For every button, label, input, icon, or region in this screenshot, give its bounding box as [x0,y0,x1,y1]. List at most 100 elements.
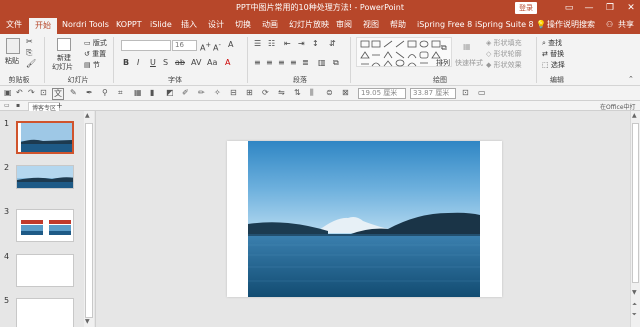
tab-ispring-suite[interactable]: iSpring Suite 8 [475,16,534,34]
new-slide-icon[interactable] [57,38,71,51]
brush-icon[interactable]: ✐ [182,88,189,98]
paste-icon[interactable] [6,38,20,54]
align-right-icon[interactable]: ≡ [278,58,285,68]
color-icon[interactable]: ▮ [150,88,154,98]
replace-button[interactable]: ⇄ 替换 [542,49,564,59]
thumbnail-scrollbar[interactable]: ▲ ▼ [84,111,94,327]
crop-icon[interactable]: ⌗ [118,88,123,98]
tab-review[interactable]: 审阅 [336,16,352,34]
present-icon[interactable]: ⊡ [40,88,47,98]
login-button[interactable]: 登录 [515,2,537,14]
tab-view[interactable]: 视图 [363,16,379,34]
link-icon[interactable]: ⚲ [102,88,108,98]
tab-design[interactable]: 设计 [208,16,224,34]
save-icon[interactable]: ▣ [4,88,12,98]
spacing-icon[interactable]: AV [191,58,201,68]
columns-icon[interactable]: ▥ [318,58,326,68]
pencil-icon[interactable]: ✏ [198,88,205,98]
align-icon[interactable]: ⊟ [230,88,237,98]
share-icon[interactable]: ⚇ [606,16,613,34]
numbering-icon[interactable]: ☷ [268,39,275,49]
font-size-combo[interactable]: 16 [172,40,197,51]
redo-icon[interactable]: ↷ [28,88,35,98]
share-button[interactable]: 共享 [618,16,634,34]
tab-transitions[interactable]: 切换 [235,16,251,34]
smartart-icon[interactable]: ⧉ [333,58,339,68]
ribbon-display-icon[interactable]: ▭ [562,1,576,15]
format-painter-icon[interactable]: 🖌 [26,59,36,69]
tab-home[interactable]: 开始 [29,18,57,34]
align-left-icon[interactable]: ≡ [254,58,261,68]
close-button[interactable]: ✕ [624,1,638,15]
new-tab-icon[interactable]: + [56,101,63,110]
bold-icon[interactable]: B [123,58,129,68]
rotate-icon[interactable]: ⟳ [262,88,269,98]
layout-button[interactable]: ▭ 版式 [84,38,107,48]
shape-outline-button[interactable]: ◇ 形状轮廓 [486,49,522,59]
section-button[interactable]: ▤ 节 [84,60,100,70]
slide-thumbnail[interactable] [16,254,74,287]
width-field[interactable]: 19.05 厘米 [358,88,406,99]
new-slide-dropdown[interactable]: 幻灯片 [52,62,73,72]
arrange-icon[interactable]: ⧉ [441,43,447,53]
restore-button[interactable]: ❐ [603,1,617,15]
select-button[interactable]: ⬚ 选择 [542,60,565,70]
draw-icon[interactable]: ✎ [70,88,77,98]
clear-format-icon[interactable]: A [228,40,233,50]
shape-fill-button[interactable]: ◈ 形状填充 [486,38,522,48]
arrange-button[interactable]: 排列 [436,58,450,68]
align-center-icon[interactable]: ≡ [266,58,273,68]
scrollbar-thumb[interactable] [632,123,639,283]
slide-thumbnail[interactable] [16,209,74,242]
scroll-up-icon[interactable]: ▲ [85,112,90,119]
slide-thumbnail[interactable] [16,298,74,327]
bullets-icon[interactable]: ☰ [254,39,261,49]
scrollbar-thumb[interactable] [85,123,93,318]
shape-effects-button[interactable]: ◆ 形状效果 [486,60,522,70]
shape-icon[interactable]: ▭ [478,88,486,98]
italic-icon[interactable]: I [137,58,139,68]
pen-icon[interactable]: ✒ [86,88,93,98]
case-icon[interactable]: Aa [207,58,217,68]
minimize-button[interactable]: — [582,1,596,15]
tab-koppt[interactable]: KOPPT [116,16,142,34]
paste-button[interactable]: 粘贴 [5,56,19,66]
textbox-icon[interactable]: 文 [52,88,64,100]
tab-animations[interactable]: 动画 [262,16,278,34]
tab-nordri-tools[interactable]: Nordri Tools [62,16,109,34]
cut-icon[interactable]: ✂ [26,37,33,47]
increase-indent-icon[interactable]: ⇥ [298,39,305,49]
tab-file[interactable]: 文件 [6,16,22,34]
fill-icon[interactable]: ◩ [166,88,174,98]
scroll-up-icon[interactable]: ▲ [632,112,637,119]
order-icon[interactable]: ⇅ [294,88,301,98]
current-slide[interactable] [227,141,502,297]
tab-insert[interactable]: 插入 [181,16,197,34]
grow-font-icon[interactable]: A+ [200,40,211,54]
line-spacing-icon[interactable]: ↕ [312,39,319,49]
undo-icon[interactable]: ↶ [16,88,23,98]
tab-ispring-free[interactable]: iSpring Free 8 [417,16,472,34]
reset-button[interactable]: ↺ 重置 [84,49,106,59]
lock-ratio-icon[interactable]: ⊡ [462,88,469,98]
strikethrough-icon[interactable]: ab [175,58,185,68]
underline-icon[interactable]: U [150,58,156,68]
decrease-indent-icon[interactable]: ⇤ [284,39,291,49]
distribute-v-icon[interactable]: ⊜ [326,88,333,98]
shrink-font-icon[interactable]: A- [213,40,221,54]
slide-thumbnail[interactable] [16,165,74,189]
landscape-photo[interactable] [248,141,480,297]
tab-slideshow[interactable]: 幻灯片放映 [289,16,329,34]
height-field[interactable]: 33.87 厘米 [410,88,456,99]
prev-slide-icon[interactable]: ⏶ [632,301,637,309]
font-name-combo[interactable] [121,40,171,51]
slide-scrollbar[interactable]: ▲ ▼ ⏶ ⏷ [630,111,640,327]
next-slide-icon[interactable]: ⏷ [632,311,637,319]
eyedropper-icon[interactable]: ✧ [214,88,221,98]
quick-styles-icon[interactable]: ▦ [463,42,471,52]
size-icon[interactable]: ⊠ [342,88,349,98]
font-color-icon[interactable]: A [225,58,230,68]
flip-icon[interactable]: ⇋ [278,88,285,98]
slide-thumbnail[interactable] [16,121,74,154]
picture-icon[interactable]: ▦ [134,88,142,98]
